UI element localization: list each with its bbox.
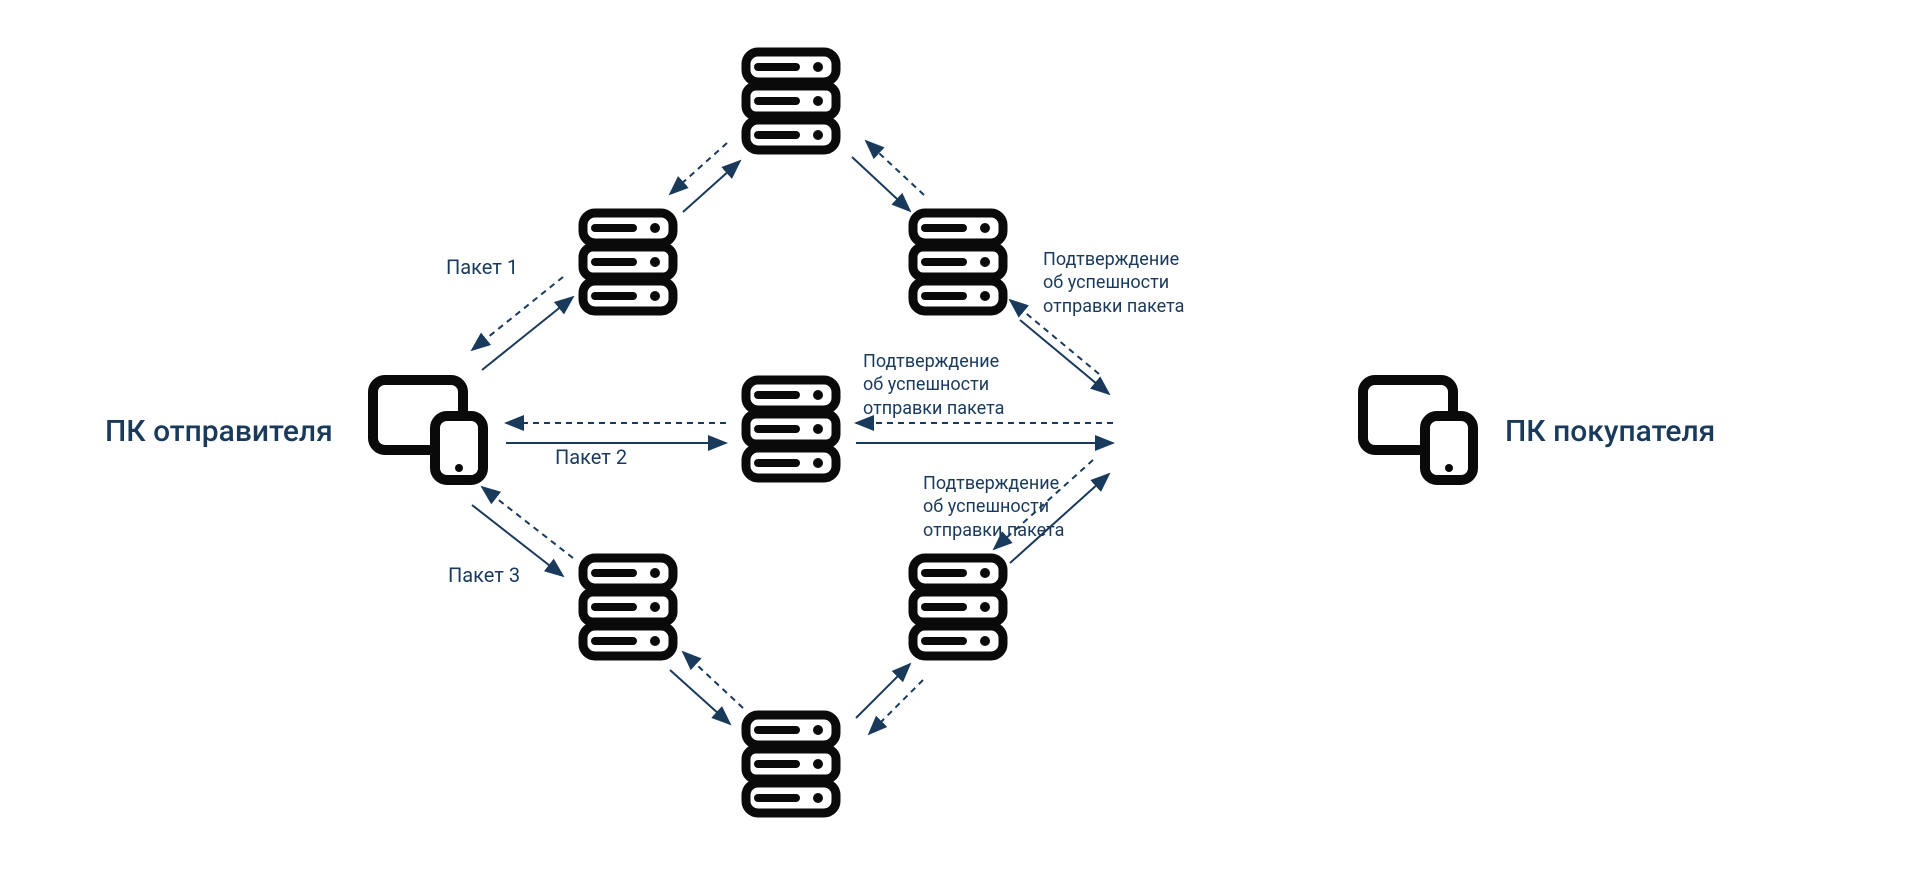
confirm-l1: Подтверждение	[1043, 249, 1179, 270]
confirmation-label-mid: Подтверждение об успешности отправки пак…	[863, 350, 1004, 420]
confirm-l3: отправки пакета	[1043, 296, 1184, 317]
confirm-l3c: отправки пакета	[923, 520, 1064, 541]
server-icon-bottom	[736, 705, 846, 829]
buyer-pc-icon	[1355, 368, 1485, 492]
packet1-label: Пакет 1	[446, 255, 518, 279]
diagram-canvas: ПК отправителя ПК покупателя Пакет 1 Пак…	[0, 0, 1911, 877]
confirm-l1c: Подтверждение	[923, 473, 1059, 494]
packet3-label: Пакет 3	[448, 563, 520, 587]
sender-pc-label: ПК отправителя	[105, 414, 333, 449]
server-icon-lower-right	[903, 548, 1013, 672]
confirmation-label-bot: Подтверждение об успешности отправки пак…	[923, 472, 1064, 542]
buyer-pc-label: ПК покупателя	[1505, 414, 1715, 449]
server-icon-lower-left	[573, 548, 683, 672]
server-icon-upper-left	[573, 203, 683, 327]
confirm-l2c: об успешности	[923, 496, 1049, 517]
server-icon-middle	[736, 370, 846, 494]
server-icon-upper-right	[903, 203, 1013, 327]
confirm-l2b: об успешности	[863, 374, 989, 395]
confirm-l2: об успешности	[1043, 272, 1169, 293]
packet2-label: Пакет 2	[555, 445, 627, 469]
confirm-l3b: отправки пакета	[863, 398, 1004, 419]
confirm-l1b: Подтверждение	[863, 351, 999, 372]
server-icon-top	[736, 42, 846, 166]
sender-pc-icon	[365, 368, 495, 492]
confirmation-label-top: Подтверждение об успешности отправки пак…	[1043, 248, 1184, 318]
